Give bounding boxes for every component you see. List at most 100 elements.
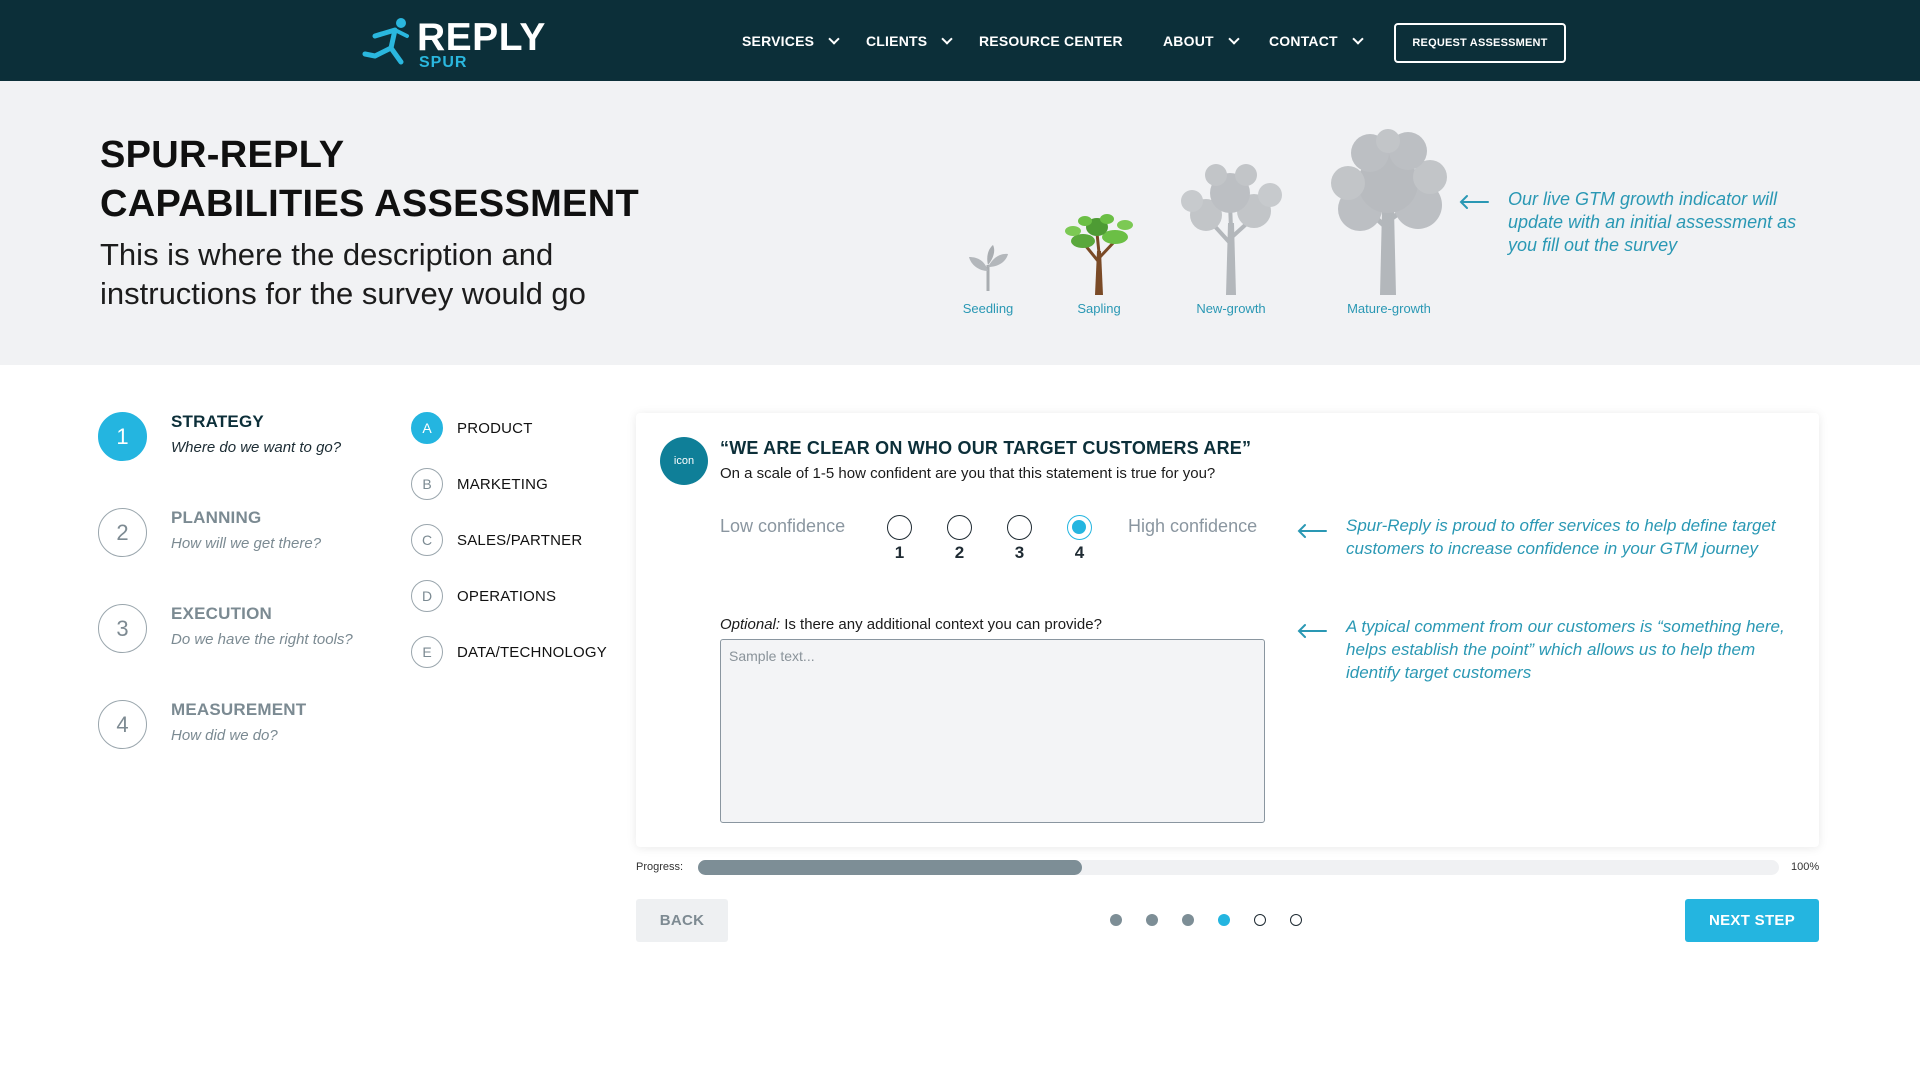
nav-item-label: RESOURCE CENTER	[979, 33, 1123, 49]
survey-description: This is where the description and instru…	[100, 237, 586, 311]
category-sales-partner[interactable]: C SALES/PARTNER	[411, 524, 582, 556]
category-letter: C	[411, 524, 443, 556]
step-number: 1	[98, 412, 147, 461]
step-number: 3	[98, 604, 147, 653]
category-letter: D	[411, 580, 443, 612]
growth-indicator-note: Our live GTM growth indicator will updat…	[1508, 189, 1797, 255]
sapling-icon	[1065, 214, 1133, 295]
back-button[interactable]: BACK	[636, 899, 728, 942]
optional-prefix: Optional:	[720, 616, 781, 633]
question-icon: icon	[660, 437, 708, 485]
nav-item-services[interactable]: SERVICES	[742, 32, 840, 49]
rating-number: 3	[1014, 543, 1025, 562]
step-title: EXECUTION	[171, 604, 272, 623]
stage-label-mature-growth: Mature-growth	[1347, 301, 1431, 316]
optional-text: Is there any additional context you can …	[780, 616, 1102, 633]
step-subtitle: How will we get there?	[171, 535, 322, 552]
chevron-down-icon	[828, 32, 840, 45]
services-note: Spur-Reply is proud to offer services to…	[1346, 516, 1776, 558]
step-subtitle: Where do we want to go?	[171, 439, 342, 456]
pagination-dot-3[interactable]	[1182, 914, 1194, 926]
next-step-button[interactable]: NEXT STEP	[1685, 899, 1819, 942]
page-title-line-1: SPUR-REPLY	[100, 134, 345, 176]
mature-tree-icon	[1331, 129, 1447, 295]
stage-label-sapling: Sapling	[1077, 301, 1121, 316]
category-letter: B	[411, 468, 443, 500]
progress-label: Progress:	[636, 861, 684, 873]
rating-radio-1[interactable]	[887, 515, 912, 540]
pagination-dot-6[interactable]	[1290, 914, 1302, 926]
arrow-left-icon	[1459, 195, 1489, 209]
rating-radio-2[interactable]	[947, 515, 972, 540]
step-title: MEASUREMENT	[171, 700, 307, 719]
customer-comment-note: A typical comment from our customers is …	[1346, 617, 1785, 682]
step-title: PLANNING	[171, 508, 262, 527]
nav-item-label: CONTACT	[1269, 33, 1338, 49]
category-label: MARKETING	[457, 475, 548, 493]
category-letter: A	[411, 412, 443, 444]
question-card: icon “WE ARE CLEAR ON WHO OUR TARGET CUS…	[636, 413, 1819, 847]
chevron-down-icon	[1352, 32, 1364, 45]
page-title: SPUR-REPLY CAPABILITIES ASSESSMENT	[100, 131, 639, 229]
scale-low-label: Low confidence	[720, 516, 846, 536]
step-title: STRATEGY	[171, 412, 264, 431]
nav-item-clients[interactable]: CLIENTS	[866, 32, 953, 49]
step-planning[interactable]: 2 PLANNING How will we get there?	[98, 508, 398, 578]
question-subtitle: On a scale of 1-5 how confident are you …	[720, 465, 1216, 482]
category-product[interactable]: A PRODUCT	[411, 412, 533, 444]
nav-item-label: CLIENTS	[866, 33, 928, 49]
nav-item-label: ABOUT	[1163, 33, 1214, 49]
category-marketing[interactable]: B MARKETING	[411, 468, 548, 500]
context-textarea[interactable]	[720, 639, 1265, 823]
chevron-down-icon	[1228, 32, 1240, 45]
hero-section: SPUR-REPLY CAPABILITIES ASSESSMENT This …	[0, 81, 1920, 365]
step-subtitle: Do we have the right tools?	[171, 631, 353, 648]
step-number: 4	[98, 700, 147, 749]
new-growth-tree-icon	[1181, 164, 1282, 295]
category-label: SALES/PARTNER	[457, 531, 583, 549]
seedling-icon	[969, 245, 1008, 291]
pagination-dot-4[interactable]	[1218, 914, 1230, 926]
nav-item-resource-center[interactable]: RESOURCE CENTER	[979, 33, 1123, 49]
top-nav: REPLY SPUR SERVICES CLIENTS RESOURCE CEN…	[0, 0, 1920, 81]
progress-bar	[698, 860, 1779, 875]
pagination-dot-1[interactable]	[1110, 914, 1122, 926]
pagination-dot-2[interactable]	[1146, 914, 1158, 926]
spur-reply-logo[interactable]: REPLY SPUR	[361, 14, 551, 74]
progress-max-label: 100%	[1791, 861, 1820, 873]
progress-fill	[698, 860, 1082, 875]
category-label: PRODUCT	[457, 419, 533, 437]
optional-context-label: Optional: Is there any additional contex…	[720, 616, 1102, 633]
arrow-left-icon	[1297, 524, 1327, 538]
step-number: 2	[98, 508, 147, 557]
step-measurement[interactable]: 4 MEASUREMENT How did we do?	[98, 700, 398, 770]
request-assessment-button[interactable]: REQUEST ASSESSMENT	[1394, 23, 1566, 63]
nav-item-about[interactable]: ABOUT	[1163, 32, 1240, 49]
step-pagination	[1110, 914, 1302, 926]
rating-number: 4	[1074, 543, 1085, 562]
scale-high-label: High confidence	[1128, 516, 1258, 536]
category-label: DATA/TECHNOLOGY	[457, 643, 607, 661]
arrow-left-icon	[1297, 624, 1327, 638]
rating-number: 2	[954, 543, 965, 562]
category-letter: E	[411, 636, 443, 668]
rating-number: 1	[894, 543, 905, 562]
nav-item-contact[interactable]: CONTACT	[1269, 32, 1364, 49]
rating-radio-4[interactable]	[1067, 515, 1092, 540]
stage-label-seedling: Seedling	[962, 301, 1014, 316]
step-subtitle: How did we do?	[171, 727, 278, 744]
nav-item-label: SERVICES	[742, 33, 815, 49]
step-execution[interactable]: 3 EXECUTION Do we have the right tools?	[98, 604, 398, 674]
step-strategy[interactable]: 1 STRATEGY Where do we want to go?	[98, 412, 398, 482]
logo-subword: SPUR	[419, 54, 468, 71]
category-label: OPERATIONS	[457, 587, 557, 605]
category-operations[interactable]: D OPERATIONS	[411, 580, 556, 612]
pagination-dot-5[interactable]	[1254, 914, 1266, 926]
chevron-down-icon	[941, 32, 953, 45]
page-title-line-2: CAPABILITIES ASSESSMENT	[100, 183, 639, 225]
rating-radio-3[interactable]	[1007, 515, 1032, 540]
stage-label-new-growth: New-growth	[1196, 301, 1266, 316]
runner-logo-icon	[362, 18, 409, 65]
category-data-technology[interactable]: E DATA/TECHNOLOGY	[411, 636, 607, 668]
question-title: “WE ARE CLEAR ON WHO OUR TARGET CUSTOMER…	[720, 438, 1252, 458]
